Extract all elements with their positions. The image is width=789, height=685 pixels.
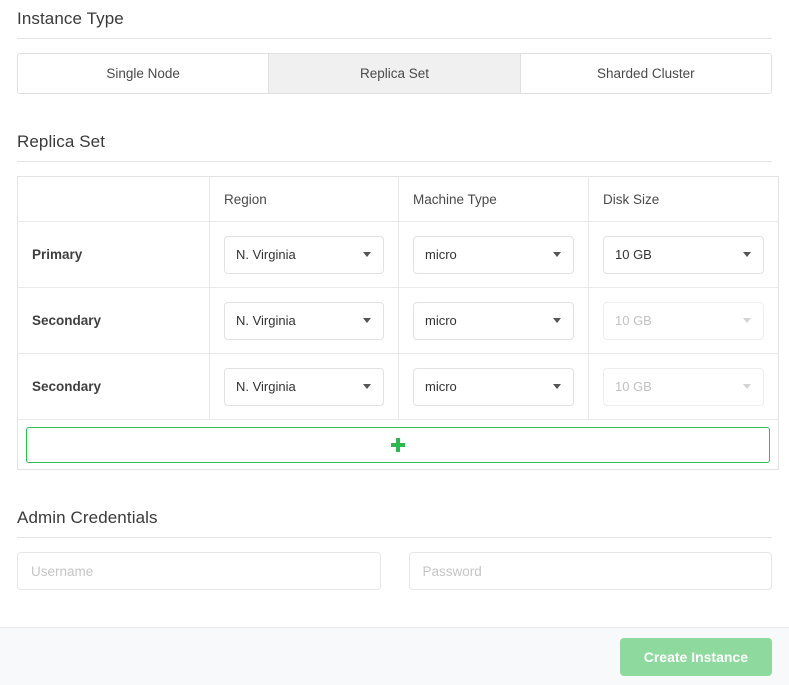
table-header-row: Region Machine Type Disk Size — [17, 176, 779, 222]
table-header: Region Machine Type Disk Size — [17, 176, 779, 222]
instance-type-tabs: Single Node Replica Set Sharded Cluster — [17, 53, 772, 94]
region-select[interactable]: N. Virginia — [224, 235, 384, 274]
node-role-cell: Primary — [17, 221, 210, 288]
tab-replica-set-label: Replica Set — [359, 66, 430, 81]
chevron-down-icon — [363, 252, 371, 257]
node-role-label: Secondary — [32, 378, 102, 394]
tab-sharded-cluster-label: Sharded Cluster — [597, 66, 695, 81]
disk-size-select: 10 GB — [603, 301, 764, 340]
region-select-value: N. Virginia — [236, 379, 296, 394]
disk-size-select-value: 10 GB — [615, 379, 652, 394]
machine-type-cell: micro — [398, 287, 589, 354]
admin-credentials-heading: Admin Credentials — [17, 500, 772, 538]
replica-set-table: Region Machine Type Disk Size Primary N.… — [17, 176, 779, 470]
column-header-region: Region — [209, 176, 399, 222]
chevron-down-icon — [553, 384, 561, 389]
add-row-row — [18, 420, 779, 470]
chevron-down-icon — [743, 252, 751, 257]
column-header-disk-size: Disk Size — [588, 176, 779, 222]
disk-size-cell: 10 GB — [588, 221, 779, 288]
column-header-machine-type: Machine Type — [398, 176, 589, 222]
tab-single-node[interactable]: Single Node — [18, 54, 270, 93]
machine-type-select-value: micro — [425, 313, 457, 328]
region-select-value: N. Virginia — [236, 313, 296, 328]
instance-type-heading: Instance Type — [17, 0, 772, 39]
disk-size-select[interactable]: 10 GB — [603, 235, 764, 274]
chevron-down-icon — [743, 384, 751, 389]
region-cell: N. Virginia — [209, 287, 399, 354]
disk-size-select: 10 GB — [603, 367, 764, 406]
add-row-cell — [18, 420, 779, 470]
tab-single-node-label: Single Node — [106, 66, 180, 81]
username-input[interactable] — [17, 552, 381, 590]
node-role-cell: Secondary — [17, 353, 210, 420]
chevron-down-icon — [363, 384, 371, 389]
region-select[interactable]: N. Virginia — [224, 367, 384, 406]
table-row: Secondary N. Virginia micro 10 GB — [17, 353, 779, 420]
node-role-label: Primary — [32, 246, 83, 262]
region-cell: N. Virginia — [209, 353, 399, 420]
disk-size-cell: 10 GB — [588, 287, 779, 354]
disk-size-cell: 10 GB — [588, 353, 779, 420]
table-body: Primary N. Virginia micro 10 GB Secondar… — [17, 221, 779, 470]
form-body: Instance Type Single Node Replica Set Sh… — [0, 0, 789, 627]
credentials-row — [17, 538, 772, 590]
tab-sharded-cluster[interactable]: Sharded Cluster — [520, 54, 771, 93]
chevron-down-icon — [553, 252, 561, 257]
disk-size-select-value: 10 GB — [615, 247, 652, 262]
node-role-cell: Secondary — [17, 287, 210, 354]
machine-type-cell: micro — [398, 221, 589, 288]
table-row: Primary N. Virginia micro 10 GB — [17, 221, 779, 288]
password-input[interactable] — [408, 552, 772, 590]
column-header-role — [17, 176, 210, 222]
chevron-down-icon — [743, 318, 751, 323]
replica-set-heading: Replica Set — [17, 124, 772, 162]
machine-type-select-value: micro — [425, 379, 457, 394]
create-instance-button[interactable]: Create Instance — [619, 637, 772, 676]
table-row: Secondary N. Virginia micro 10 GB — [17, 287, 779, 354]
machine-type-select[interactable]: micro — [413, 367, 574, 406]
machine-type-select-value: micro — [425, 247, 457, 262]
create-instance-page: Instance Type Single Node Replica Set Sh… — [0, 0, 789, 685]
plus-icon — [391, 437, 405, 452]
tab-replica-set[interactable]: Replica Set — [269, 54, 521, 93]
disk-size-select-value: 10 GB — [615, 313, 652, 328]
region-select-value: N. Virginia — [236, 247, 296, 262]
chevron-down-icon — [553, 318, 561, 323]
footer-bar: Create Instance — [0, 627, 789, 685]
region-cell: N. Virginia — [209, 221, 399, 288]
machine-type-select[interactable]: micro — [413, 301, 574, 340]
machine-type-cell: micro — [398, 353, 589, 420]
node-role-label: Secondary — [32, 312, 102, 328]
chevron-down-icon — [363, 318, 371, 323]
machine-type-select[interactable]: micro — [413, 235, 574, 274]
region-select[interactable]: N. Virginia — [224, 301, 384, 340]
add-node-button[interactable] — [26, 426, 770, 463]
